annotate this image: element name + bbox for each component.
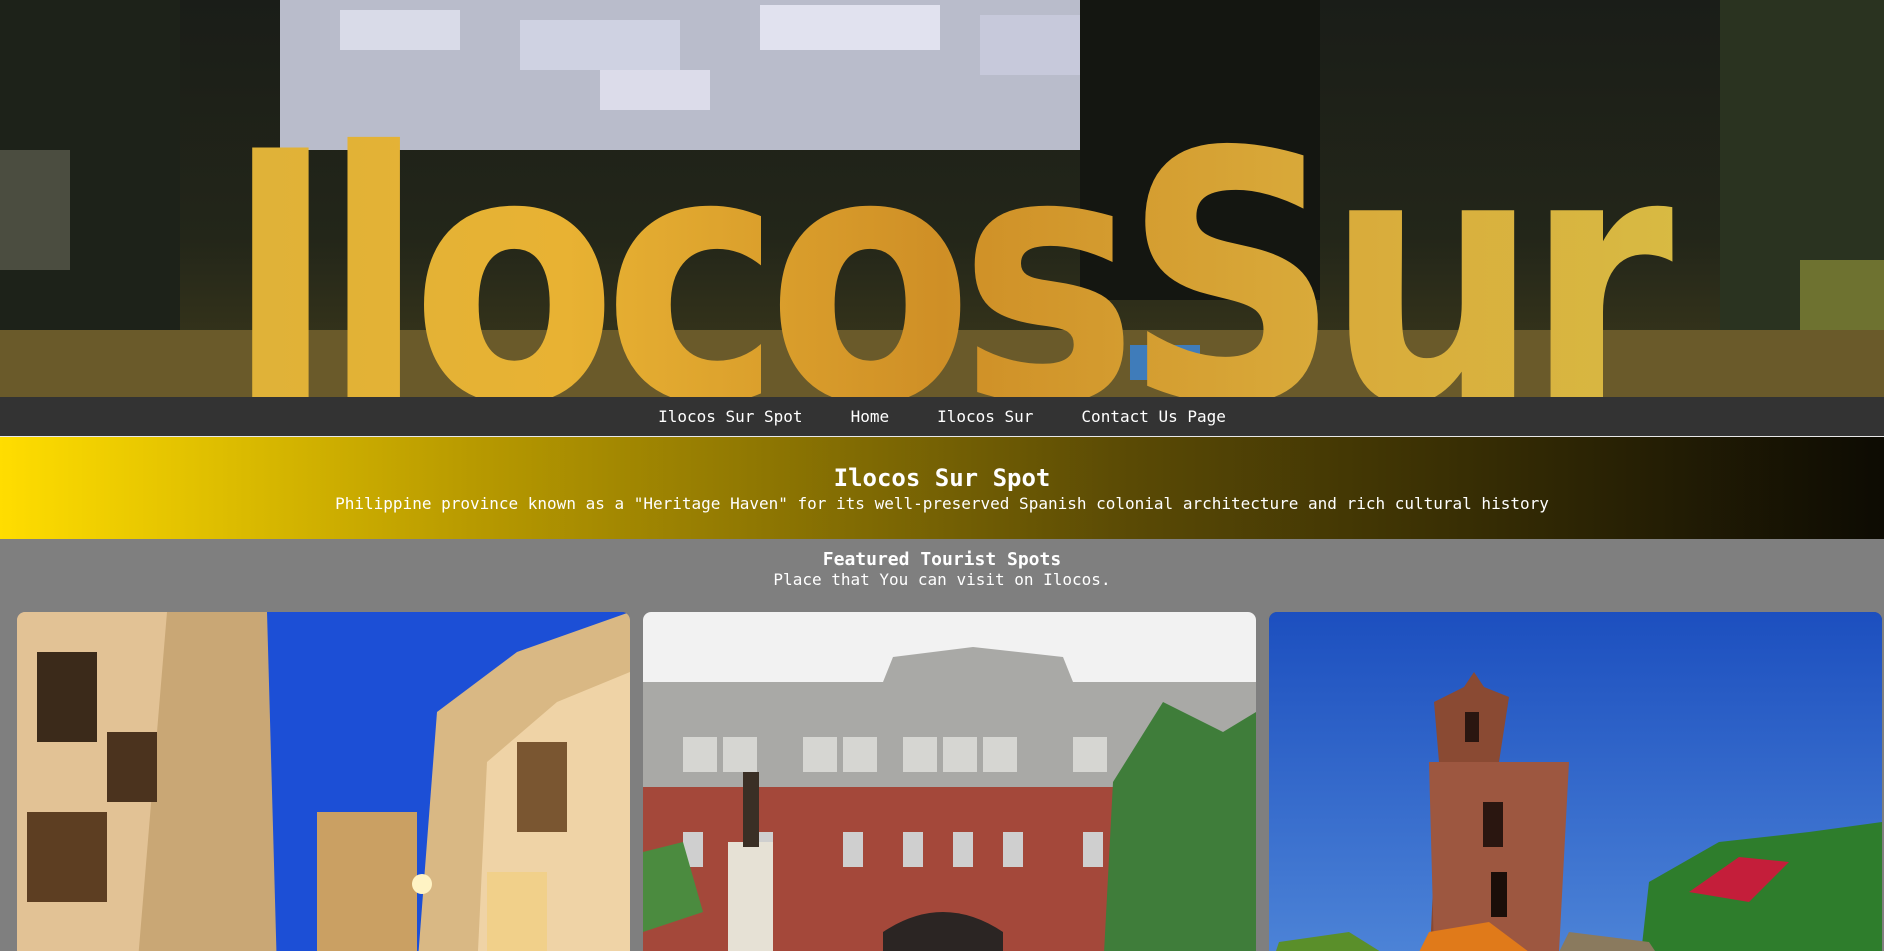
spot-photo-calle-crisologo [17,612,630,951]
main-nav: Ilocos Sur Spot Home Ilocos Sur Contact … [0,397,1884,436]
nav-item-ilocos-sur-spot[interactable]: Ilocos Sur Spot [634,397,827,436]
tourist-spot-card[interactable] [1269,612,1882,951]
nav-item-ilocos-sur[interactable]: Ilocos Sur [913,397,1057,436]
spot-photo-bell-tower [1269,612,1882,951]
tourist-spot-card[interactable] [17,612,630,951]
tourist-spot-card[interactable] [643,612,1256,951]
page-subtitle: Philippine province known as a "Heritage… [335,494,1549,513]
nav-item-home[interactable]: Home [827,397,914,436]
featured-title: Featured Tourist Spots [822,549,1062,570]
tourist-spot-cards [0,612,1884,951]
page-header: Ilocos Sur Spot Philippine province know… [0,436,1884,539]
spot-photo-capitol [643,612,1256,951]
nav-item-contact-us[interactable]: Contact Us Page [1057,397,1250,436]
featured-section: Featured Tourist Spots Place that You ca… [0,539,1884,951]
hero-banner: IlocosSur [0,0,1884,397]
featured-subtitle: Place that You can visit on Ilocos. [773,570,1111,589]
page-title: Ilocos Sur Spot [833,464,1051,492]
hero-title: IlocosSur [0,107,1884,397]
